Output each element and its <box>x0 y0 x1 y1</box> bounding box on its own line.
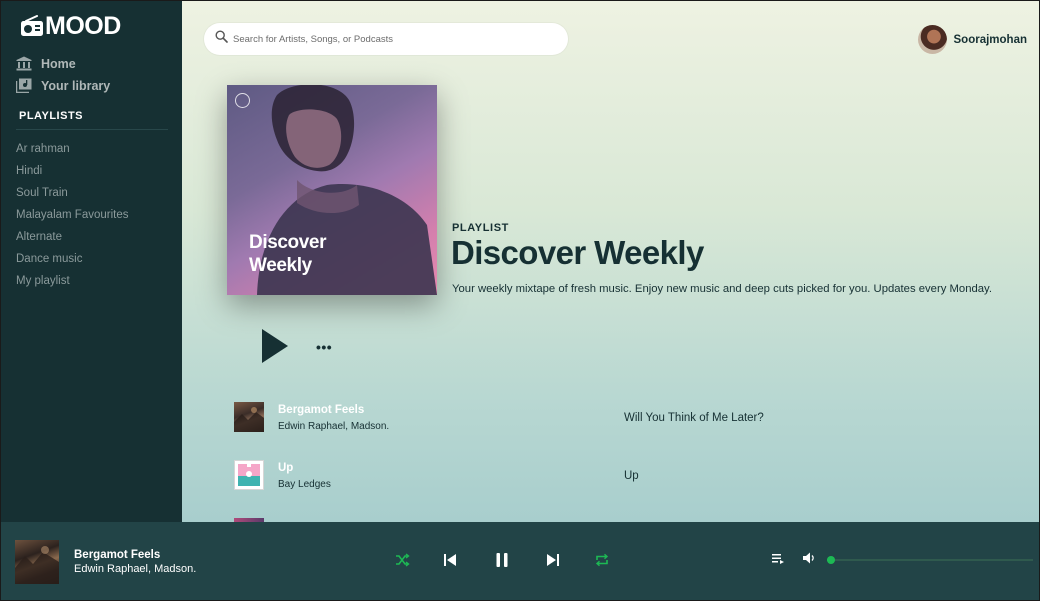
user-menu[interactable]: Soorajmohan <box>917 25 1027 54</box>
previous-button[interactable] <box>442 552 458 568</box>
track-artist[interactable]: Bay Ledges <box>278 479 331 490</box>
track-album[interactable]: Will You Think of Me Later? <box>624 412 764 424</box>
logo[interactable]: MOOD <box>20 13 121 39</box>
sidebar-item-label: Your library <box>41 78 111 93</box>
sidebar-playlist-item[interactable]: Soul Train <box>16 185 128 207</box>
now-playing-artist[interactable]: Edwin Raphael, Madson. <box>74 563 196 575</box>
queue-icon <box>772 554 784 564</box>
track-album[interactable]: Up <box>624 470 639 482</box>
playlists-heading: PLAYLISTS <box>19 110 83 122</box>
album-art <box>234 402 264 432</box>
avatar[interactable] <box>917 25 947 54</box>
player-bar: Bergamot Feels Edwin Raphael, Madson. <box>1 522 1039 600</box>
pause-icon <box>496 553 508 567</box>
track-artist[interactable]: Edwin Raphael, Madson. <box>278 421 389 432</box>
queue-button[interactable] <box>772 552 785 565</box>
sidebar-playlist-item[interactable]: My playlist <box>16 273 128 295</box>
page-title: Discover Weekly <box>451 234 704 271</box>
sidebar-playlist-item[interactable]: Malayalam Favourites <box>16 207 128 229</box>
sidebar-playlist-item[interactable]: Ar rahman <box>16 141 128 163</box>
now-playing-title[interactable]: Bergamot Feels <box>74 549 160 561</box>
volume-icon <box>803 552 814 564</box>
skip-forward-icon <box>547 554 559 566</box>
sidebar-playlist-item[interactable]: Dance music <box>16 251 128 273</box>
sidebar: MOOD Home Your library PLAYLISTS Ar rahm… <box>1 1 182 522</box>
shuffle-icon <box>396 553 410 567</box>
track-row[interactable]: Up Bay Ledges Up <box>234 460 1014 494</box>
sidebar-item-home[interactable]: Home <box>16 56 76 71</box>
home-icon <box>16 56 32 71</box>
volume-button[interactable] <box>802 551 816 565</box>
volume-slider[interactable] <box>827 556 1033 564</box>
app-window: MOOD Home Your library PLAYLISTS Ar rahm… <box>1 1 1039 600</box>
now-playing-art[interactable] <box>15 540 59 584</box>
sidebar-item-library[interactable]: Your library <box>15 78 111 94</box>
logo-text: MOOD <box>45 12 121 40</box>
play-icon <box>262 329 288 363</box>
playlist-description: Your weekly mixtape of fresh music. Enjo… <box>452 283 993 295</box>
sidebar-playlist-item[interactable]: Hindi <box>16 163 128 185</box>
divider <box>16 129 168 130</box>
play-button[interactable] <box>261 328 289 364</box>
search-bar[interactable] <box>204 23 568 55</box>
track-title: Up <box>278 462 294 474</box>
radio-icon <box>20 15 44 37</box>
repeat-icon <box>595 553 609 567</box>
album-art <box>234 460 264 490</box>
sidebar-item-label: Home <box>41 56 76 71</box>
volume-handle[interactable] <box>827 556 836 564</box>
track-row[interactable]: Bergamot Feels Edwin Raphael, Madson. Wi… <box>234 402 1014 436</box>
playlist-type-label: PLAYLIST <box>452 222 509 234</box>
sidebar-playlist-item[interactable]: Alternate <box>16 229 128 251</box>
repeat-button[interactable] <box>594 552 610 568</box>
cover-title: Discover Weekly <box>249 232 327 276</box>
spotify-icon <box>235 93 250 108</box>
pause-button[interactable] <box>494 552 510 568</box>
username: Soorajmohan <box>953 33 1027 46</box>
shuffle-button[interactable] <box>394 552 410 568</box>
track-title: Bergamot Feels <box>278 404 365 416</box>
main-content: Soorajmohan Discover Weekly PLAYLIST Dis… <box>182 1 1039 522</box>
playlist-list: Ar rahman Hindi Soul Train Malayalam Fav… <box>16 141 128 295</box>
playlist-cover: Discover Weekly <box>227 85 437 295</box>
library-icon <box>15 78 32 94</box>
search-icon <box>215 30 228 48</box>
next-button[interactable] <box>545 552 561 568</box>
more-options-button[interactable]: ••• <box>316 339 332 355</box>
search-input[interactable] <box>233 33 553 45</box>
skip-back-icon <box>444 554 456 566</box>
